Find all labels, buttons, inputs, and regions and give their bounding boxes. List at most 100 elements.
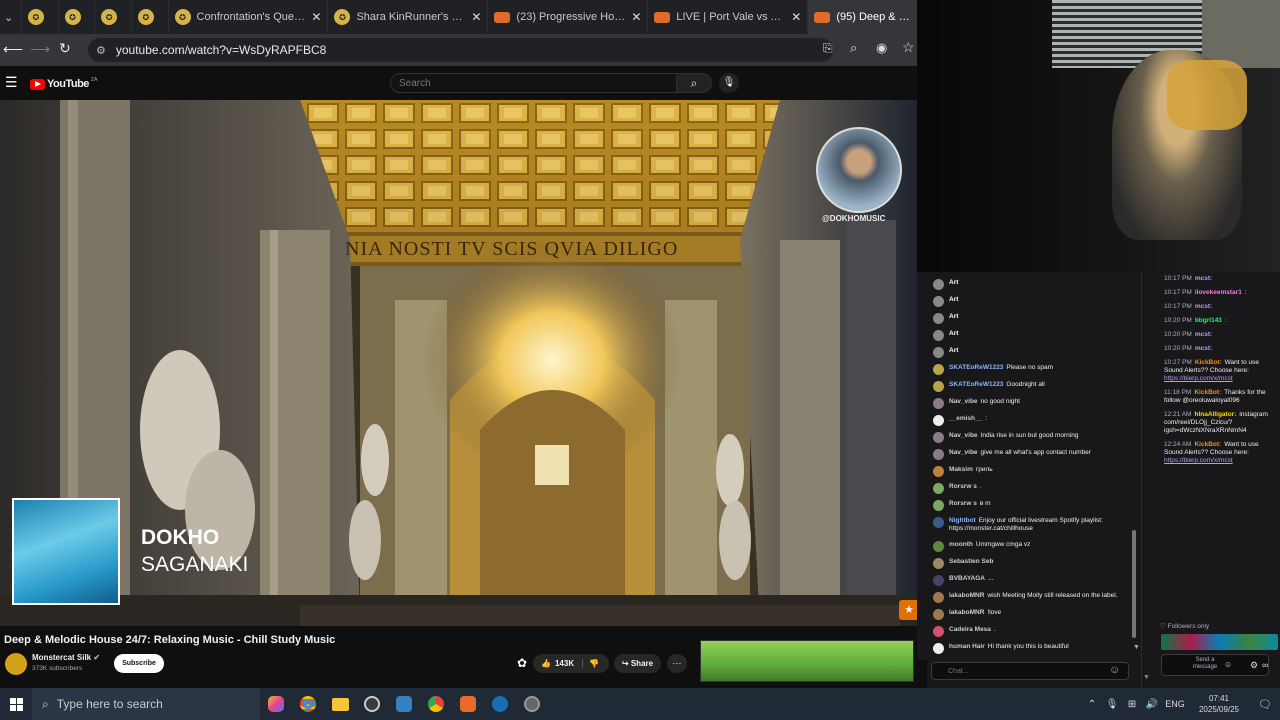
close-icon[interactable]: ✕ [631, 10, 641, 24]
browser-tab[interactable]: (23) Progressive House 2 ✕ [488, 0, 649, 34]
site-info-icon[interactable]: ⚙ [96, 44, 106, 57]
chrome-profile-icon[interactable] [420, 688, 452, 720]
close-icon[interactable]: ✕ [791, 10, 801, 24]
chat-avatar[interactable] [933, 541, 944, 552]
chat-username[interactable]: Nightbot [949, 517, 976, 524]
sparkle-icon[interactable]: ✿ [517, 656, 527, 670]
subscribe-button[interactable]: Subscribe [114, 654, 164, 673]
eye-off-icon[interactable]: ◉ [876, 40, 887, 56]
snipping-tool-icon[interactable] [388, 688, 420, 720]
chat-username[interactable]: human Hair [949, 643, 985, 650]
chat-username[interactable]: Art [949, 347, 958, 354]
more-actions-icon[interactable]: ⋯ [667, 654, 687, 673]
event-username[interactable]: mcst: [1195, 331, 1212, 338]
steam-icon[interactable] [484, 688, 516, 720]
chat-username[interactable]: Rorsrw s [949, 483, 977, 490]
chat-avatar[interactable] [933, 575, 944, 586]
browser-tab[interactable]: ✪ [132, 0, 169, 34]
chat-avatar[interactable] [933, 330, 944, 341]
chat-avatar[interactable] [933, 296, 944, 307]
event-username[interactable]: mcst: [1195, 303, 1212, 310]
chat-avatar[interactable] [933, 347, 944, 358]
tab-search-button[interactable]: ⌄ [0, 0, 22, 34]
chrome-icon[interactable] [292, 688, 324, 720]
tray-chevron-up-icon[interactable]: ⌃ [1082, 699, 1102, 710]
chat-avatar[interactable] [933, 592, 944, 603]
cast-icon[interactable]: ⎘ [823, 41, 833, 56]
volume-icon[interactable]: 🔊 [1142, 699, 1162, 710]
event-username[interactable]: hlnaAlligator: [1194, 411, 1236, 418]
microphone-icon[interactable]: 🎙 [719, 73, 739, 93]
event-username[interactable]: mcst: [1195, 345, 1212, 352]
channel-avatar[interactable] [5, 653, 27, 675]
chat-username[interactable]: __emish__ [949, 415, 982, 422]
channel-name[interactable]: Monstercat Silk ✔ [32, 653, 100, 662]
chat-username[interactable]: lakaboMNR [949, 609, 984, 616]
chat-username[interactable]: lakaboMNR [949, 592, 984, 599]
chat-username[interactable]: Rorsrw s [949, 500, 977, 507]
youtube-logo[interactable]: YouTube ZA [30, 77, 97, 90]
file-explorer-icon[interactable] [324, 688, 356, 720]
chat-username[interactable]: Maksim [949, 466, 973, 473]
chat-username[interactable]: SKATEoReW1223 [949, 364, 1003, 371]
chat-input[interactable] [931, 662, 1129, 680]
chat-avatar[interactable] [933, 609, 944, 620]
chat-username[interactable]: Nav_vibe [949, 449, 978, 456]
windows-start-icon[interactable] [0, 688, 32, 720]
browser-tab[interactable]: ✪ [95, 0, 132, 34]
app-orange-icon[interactable] [452, 688, 484, 720]
reload-icon[interactable]: ↻ [59, 40, 71, 57]
browser-tab[interactable]: LIVE | Port Vale vs Arsena ✕ [648, 0, 809, 34]
chat-avatar[interactable] [933, 558, 944, 569]
chat-avatar[interactable] [933, 517, 944, 528]
chat-avatar[interactable] [933, 279, 944, 290]
share-button[interactable]: ↪ Share [614, 654, 661, 673]
thumb-up-icon[interactable]: 👍 [533, 659, 551, 668]
event-username[interactable]: ilovekeemstar1 [1195, 289, 1242, 296]
event-username[interactable]: mcst: [1195, 275, 1212, 282]
emoji-icon[interactable]: ☺ [1109, 664, 1120, 676]
browser-tab[interactable]: ✪ Confrontation's Quests - ✕ [169, 0, 329, 34]
like-count[interactable]: 143K [551, 659, 574, 668]
taskbar-search[interactable]: ⌕ Type here to search [32, 688, 260, 720]
browser-tab[interactable]: ✪ Shara KinRunner's Quest ✕ [328, 0, 489, 34]
zoom-icon[interactable]: ⌕ [850, 40, 857, 56]
language-indicator[interactable]: ENG [1162, 699, 1188, 709]
event-link[interactable]: https://bierp.com/x/mcst [1164, 457, 1233, 464]
chat-avatar[interactable] [933, 626, 944, 637]
taskbar-clock[interactable]: 07:41 2025/09/25 [1188, 693, 1250, 715]
network-icon[interactable]: ⊞ [1122, 699, 1142, 710]
video-player[interactable]: NIA NOSTI TV SCIS QVIA DILIGO @DOKHOMUSI… [0, 100, 917, 626]
notifications-icon[interactable]: 🗨 [1250, 698, 1280, 711]
chat-username[interactable]: Cadeira Mesa [949, 626, 991, 633]
collapse-icon[interactable]: ▼ [1143, 674, 1150, 681]
chat-username[interactable]: Art [949, 313, 958, 320]
microphone-tray-icon[interactable]: 🎙 [1102, 699, 1122, 710]
scroll-down-icon[interactable]: ▼ [1133, 644, 1140, 651]
chat-avatar[interactable] [933, 381, 944, 392]
app-dark-icon[interactable] [516, 688, 548, 720]
browser-tab[interactable]: ✪ [22, 0, 59, 34]
overlay-alert-icon[interactable]: ★ [899, 600, 917, 620]
browser-tab[interactable]: ✪ [59, 0, 96, 34]
chat-username[interactable]: Nav_vibe [949, 432, 978, 439]
chat-username[interactable]: SKATEoReW1223 [949, 381, 1003, 388]
forward-icon[interactable]: ⟶ [30, 41, 50, 58]
search-icon[interactable]: ⌕ [676, 73, 712, 93]
chat-username[interactable]: Nav_vibe [949, 398, 978, 405]
close-icon[interactable]: ✕ [471, 10, 481, 24]
chat-avatar[interactable] [933, 483, 944, 494]
event-link[interactable]: https://bierp.com/x/mcst [1164, 375, 1233, 382]
chat-avatar[interactable] [933, 466, 944, 477]
bookmark-star-icon[interactable]: ☆ [902, 39, 915, 56]
browser-tab-active[interactable]: (95) Deep & Melo [808, 0, 917, 34]
chat-username[interactable]: Art [949, 296, 958, 303]
thumb-down-icon[interactable]: 👎 [582, 659, 599, 668]
related-video-thumbnail[interactable] [700, 640, 914, 682]
chat-avatar[interactable] [933, 398, 944, 409]
users-icon[interactable]: ∞ [1262, 660, 1268, 670]
chat-username[interactable]: moonth [949, 541, 973, 548]
chat-avatar[interactable] [933, 500, 944, 511]
chat-scrollbar[interactable] [1132, 530, 1136, 638]
emoji-icon[interactable]: ☺ [1224, 660, 1232, 669]
